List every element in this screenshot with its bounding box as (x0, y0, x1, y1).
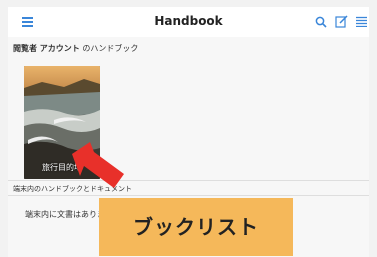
search-icon[interactable] (315, 16, 327, 28)
top-nav-bar: Handbook (8, 7, 369, 38)
edit-icon[interactable] (335, 15, 348, 28)
callout-label: ブックリスト (99, 198, 293, 256)
section-heading: 閲覧者 アカウント のハンドブック (13, 43, 138, 54)
empty-state-text: 端末内に文書はありま (25, 210, 105, 219)
list-icon[interactable] (356, 16, 367, 27)
section-divider-2 (8, 195, 369, 196)
pointer-arrow-icon (72, 142, 124, 188)
account-name: 閲覧者 アカウント (13, 44, 80, 53)
section-divider (8, 180, 369, 181)
section-heading-suffix: のハンドブック (79, 44, 139, 53)
